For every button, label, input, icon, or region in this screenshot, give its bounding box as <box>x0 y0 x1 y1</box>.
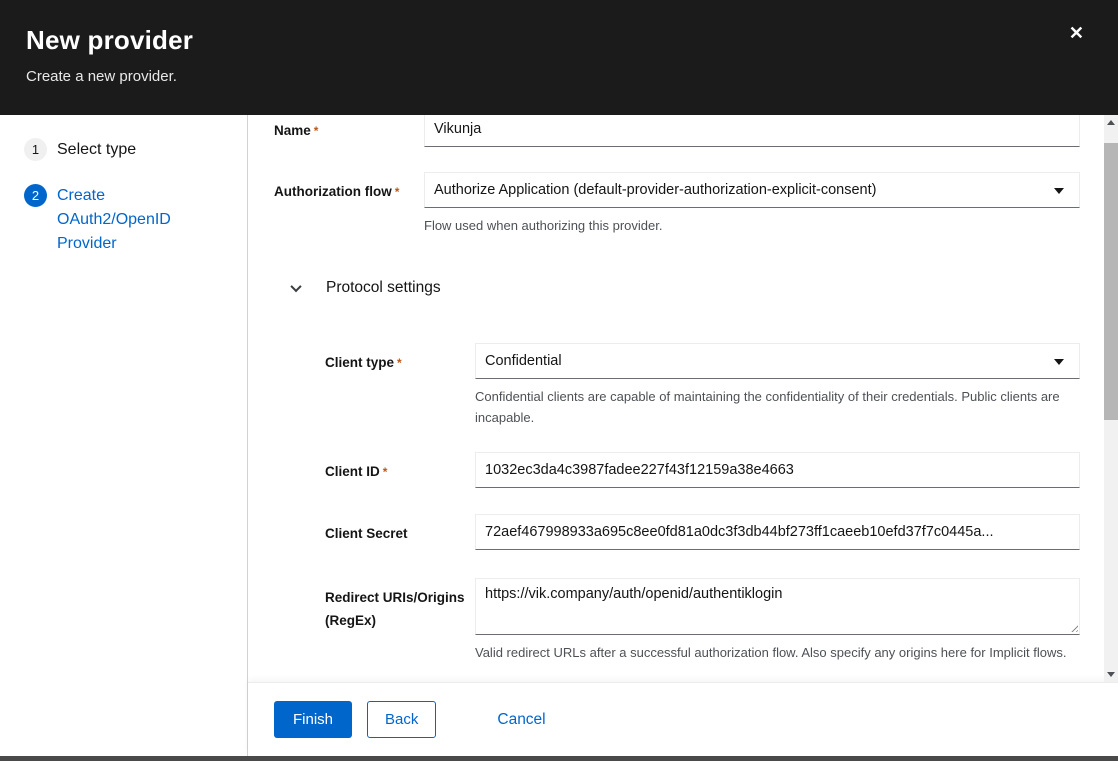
modal-header: New provider Create a new provider. ✕ <box>0 0 1118 115</box>
client-type-help: Confidential clients are capable of main… <box>475 387 1080 429</box>
authorization-flow-select[interactable]: Authorize Application (default-provider-… <box>424 172 1080 208</box>
protocol-settings-toggle[interactable]: Protocol settings <box>292 279 1080 297</box>
wizard-main: Name* Authorization flow* Authorize Appl… <box>248 115 1118 756</box>
finish-button[interactable]: Finish <box>274 701 352 738</box>
scroll-up-arrow-icon[interactable] <box>1107 120 1115 125</box>
modal-body: 1 Select type 2 Create OAuth2/OpenID Pro… <box>0 115 1118 756</box>
step-number-badge: 1 <box>24 138 47 161</box>
form-row-authorization-flow: Authorization flow* Authorize Applicatio… <box>274 172 1080 237</box>
name-label: Name* <box>274 115 424 143</box>
wizard-step-select-type[interactable]: 1 Select type <box>24 138 235 162</box>
wizard-step-create-provider[interactable]: 2 Create OAuth2/OpenID Provider <box>24 184 235 256</box>
client-type-label: Client type* <box>325 343 475 375</box>
required-asterisk: * <box>314 124 319 138</box>
scroll-down-arrow-icon[interactable] <box>1107 672 1115 677</box>
chevron-down-icon <box>1054 188 1064 194</box>
close-icon[interactable]: ✕ <box>1069 24 1084 42</box>
scrollbar-track[interactable] <box>1104 115 1118 682</box>
client-secret-label: Client Secret <box>325 514 475 546</box>
name-input[interactable] <box>424 115 1080 147</box>
authorization-flow-label: Authorization flow* <box>274 172 424 204</box>
modal-subtitle: Create a new provider. <box>26 68 1092 85</box>
cancel-button[interactable]: Cancel <box>497 701 545 738</box>
redirect-uris-textarea[interactable]: https://vik.company/auth/openid/authenti… <box>475 578 1080 635</box>
form-row-client-type: Client type* Confidential Confidential c… <box>274 343 1080 429</box>
redirect-uris-label: Redirect URIs/Origins (RegEx) <box>325 578 475 633</box>
chevron-down-icon <box>1054 359 1064 365</box>
chevron-down-icon <box>290 281 301 292</box>
form-scroll-area: Name* Authorization flow* Authorize Appl… <box>248 115 1118 682</box>
client-secret-input[interactable] <box>475 514 1080 550</box>
step-number-badge: 2 <box>24 184 47 207</box>
form-row-redirect-uris: Redirect URIs/Origins (RegEx) https://vi… <box>274 578 1080 664</box>
form-row-client-id: Client ID* <box>274 452 1080 488</box>
scrollbar-thumb[interactable] <box>1104 143 1118 420</box>
redirect-uris-help: Valid redirect URLs after a successful a… <box>475 643 1080 664</box>
wizard-step-label: Create OAuth2/OpenID Provider <box>57 184 179 256</box>
back-button[interactable]: Back <box>367 701 436 738</box>
client-type-select[interactable]: Confidential <box>475 343 1080 379</box>
form-row-name: Name* <box>274 115 1080 147</box>
authorization-flow-help: Flow used when authorizing this provider… <box>424 216 1080 237</box>
client-type-value: Confidential <box>485 353 562 369</box>
protocol-settings-title: Protocol settings <box>326 279 441 297</box>
wizard-step-label: Select type <box>57 138 136 162</box>
authorization-flow-value: Authorize Application (default-provider-… <box>434 182 876 198</box>
wizard-nav: 1 Select type 2 Create OAuth2/OpenID Pro… <box>0 115 248 756</box>
required-asterisk: * <box>397 356 402 370</box>
page-title: New provider <box>26 25 1092 56</box>
new-provider-modal: New provider Create a new provider. ✕ 1 … <box>0 0 1118 756</box>
modal-footer: Finish Back Cancel <box>248 682 1118 756</box>
client-id-input[interactable] <box>475 452 1080 488</box>
form-row-client-secret: Client Secret <box>274 514 1080 550</box>
required-asterisk: * <box>383 465 388 479</box>
required-asterisk: * <box>395 185 400 199</box>
client-id-label: Client ID* <box>325 452 475 484</box>
